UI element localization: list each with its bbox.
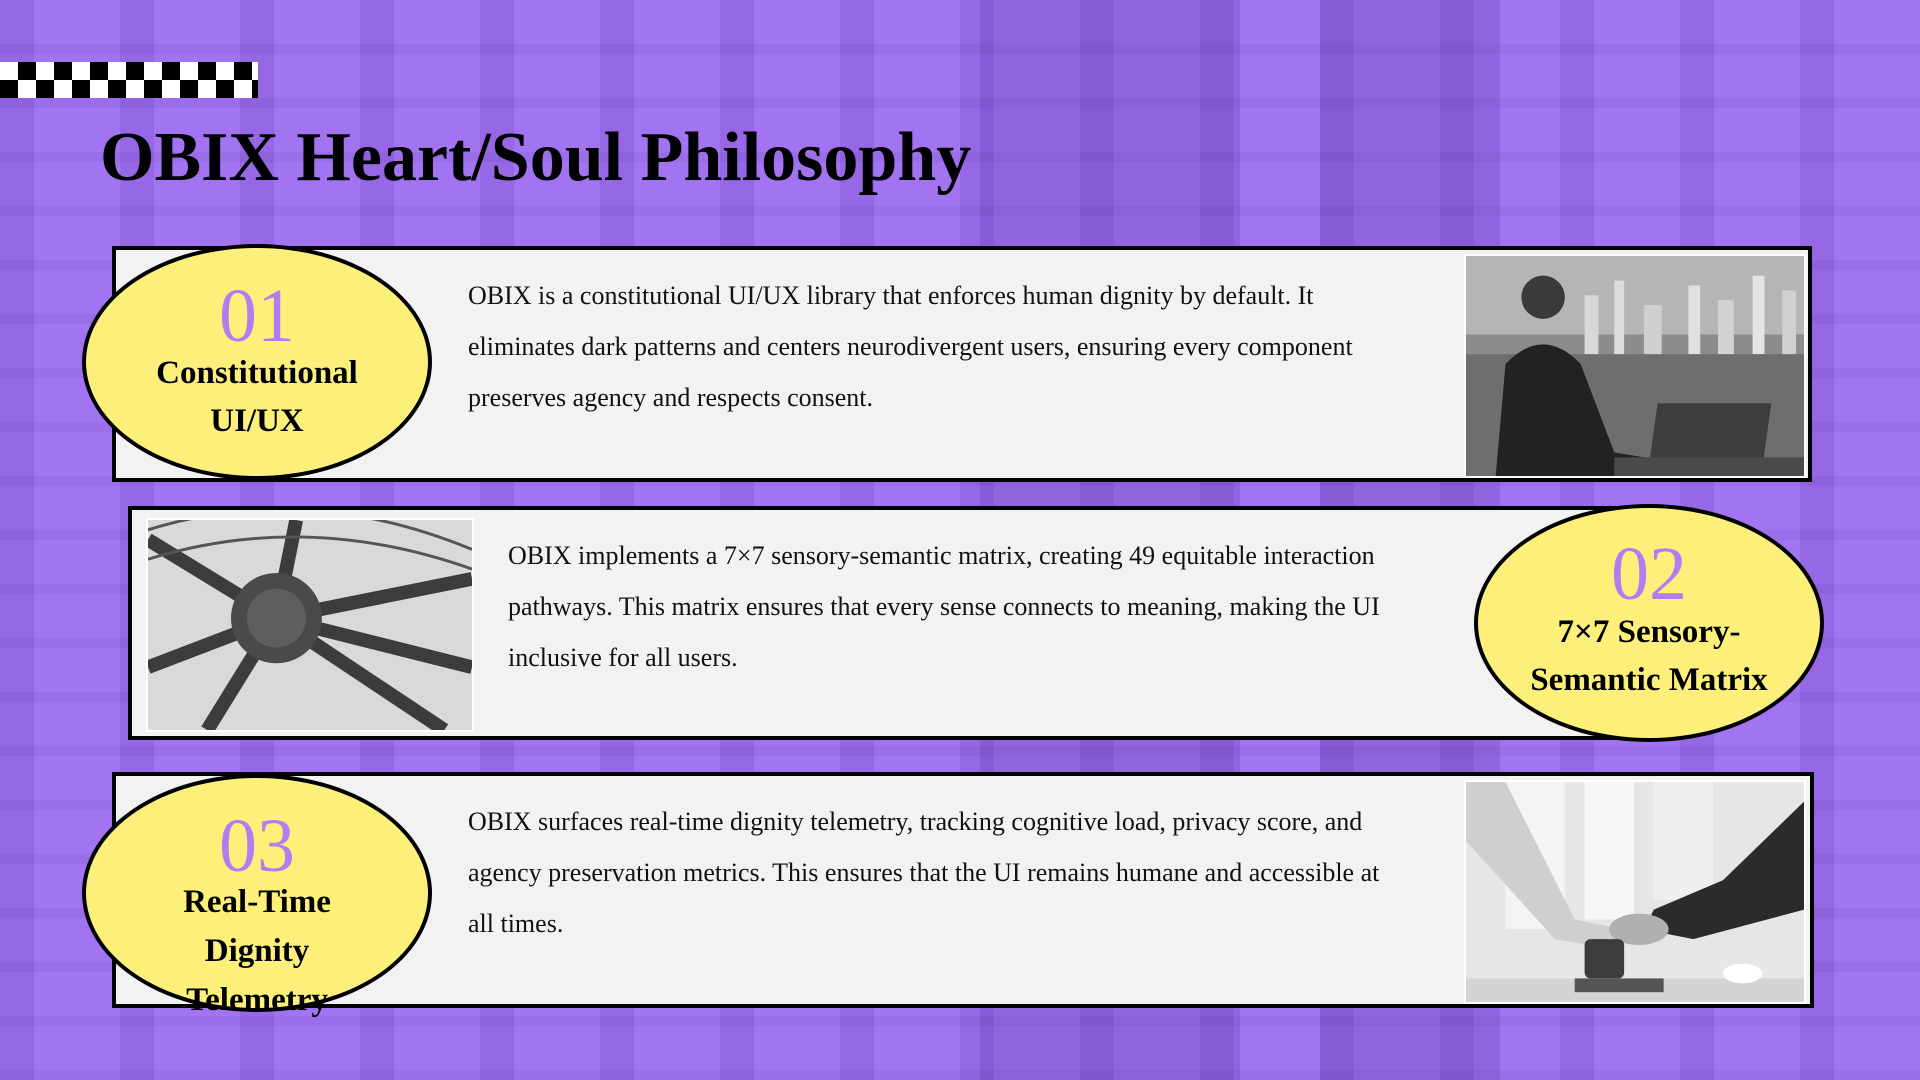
section-badge-2: 02 7×7 Sensory- Semantic Matrix — [1474, 504, 1824, 742]
handshake-photo — [1464, 780, 1806, 1004]
section-number-2: 02 — [1611, 532, 1687, 616]
section-number-3: 03 — [219, 804, 295, 888]
steel-structure-photo — [146, 518, 474, 732]
section-text-2: OBIX implements a 7×7 sensory-semantic m… — [508, 541, 1380, 672]
section-label-1-line-2: UI/UX — [210, 403, 304, 439]
section-badge-1: 01 Constitutional UI/UX — [82, 244, 432, 480]
section-label-2-line-2: Semantic Matrix — [1530, 662, 1768, 698]
checkered-strip — [0, 62, 258, 98]
section-number-1: 01 — [219, 274, 295, 358]
section-label-1-line-1: Constitutional — [156, 355, 358, 391]
businessman-laptop-photo — [1464, 254, 1806, 478]
section-text-3: OBIX surfaces real-time dignity telemetr… — [468, 807, 1380, 938]
section-label-3-line-2: Dignity — [204, 933, 310, 969]
section-card-2: OBIX implements a 7×7 sensory-semantic m… — [128, 506, 1680, 740]
section-text-1: OBIX is a constitutional UI/UX library t… — [468, 281, 1353, 412]
section-label-2-line-1: 7×7 Sensory- — [1557, 614, 1741, 650]
slide-title: OBIX Heart/Soul Philosophy — [100, 119, 972, 196]
section-label-3-line-3: Telemetry — [186, 982, 328, 1018]
section-label-3-line-1: Real-Time — [183, 884, 331, 920]
section-badge-3: 03 Real-Time Dignity Telemetry — [82, 774, 432, 1018]
